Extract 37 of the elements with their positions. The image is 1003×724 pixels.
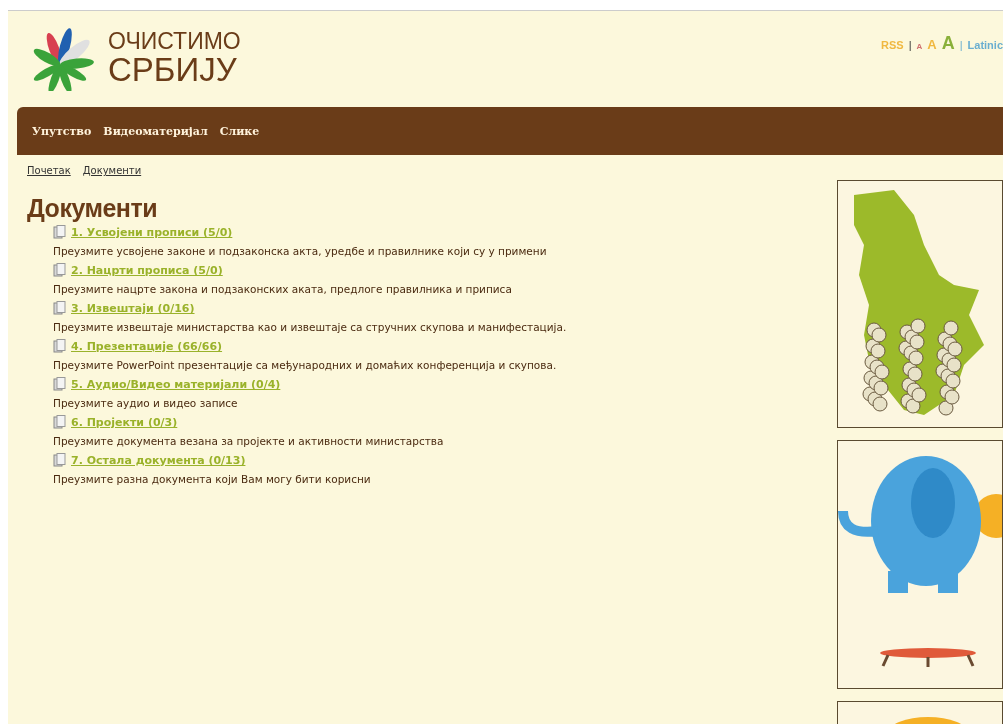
latin-script-link[interactable]: Latinic [967, 39, 1003, 51]
separator: | [959, 39, 963, 51]
document-category-link[interactable]: 1. Усвојени прописи (5/0) [71, 226, 233, 239]
font-size-link[interactable]: A [927, 37, 937, 52]
sun-banner[interactable] [837, 701, 1003, 724]
nav-link[interactable]: Упутство [32, 124, 92, 138]
document-icon [53, 415, 66, 429]
font-size-link[interactable]: A [916, 42, 923, 51]
document-icon [53, 225, 66, 239]
breadcrumb-link[interactable]: Почетак [27, 165, 71, 176]
document-category-link[interactable]: 6. Пројекти (0/3) [71, 416, 178, 429]
document-description: Преузмите разна документа који Вам могу бити корисни [53, 473, 372, 485]
document-icon [53, 453, 66, 467]
nav-link[interactable]: Слике [219, 124, 260, 138]
document-category-link[interactable]: 2. Нацрти прописа (5/0) [71, 264, 223, 277]
document-icon [53, 263, 66, 277]
document-description: Преузмите усвојене законе и подзаконска акта, уредбе и правилнике који су у примени [53, 245, 548, 257]
document-description: Преузмите аудио и видео записе [53, 397, 239, 409]
document-description: Преузмите нацрте закона и подзаконских аката, предлоге правилника и приписа [53, 283, 513, 295]
document-icon [53, 339, 66, 353]
document-category-link[interactable]: 3. Извештаји (0/16) [71, 302, 195, 315]
document-icon [53, 301, 66, 315]
document-description: Преузмите извештаје министарства као и извештаје са стручних скупова и манифестација. [53, 321, 568, 333]
document-category-link[interactable]: 4. Презентације (66/66) [71, 340, 223, 353]
document-category-link[interactable]: 5. Аудио/Видео материјали (0/4) [71, 378, 281, 391]
document-icon [53, 377, 66, 391]
rss-link[interactable]: RSS [881, 39, 904, 51]
font-size-link[interactable]: A [941, 33, 955, 54]
document-description: Преузмите документа везана за пројекте и активности министарства [53, 435, 445, 447]
logo-text: ОЧИСТИМО [108, 30, 241, 53]
breadcrumb-link[interactable]: Документи [82, 165, 142, 176]
separator: | [908, 39, 912, 51]
nav-link[interactable]: Видеоматеријал [103, 124, 208, 138]
logo-text: СРБИЈУ [108, 53, 238, 86]
page-title: Документи [27, 194, 159, 223]
document-description: Преузмите PowerPoint презентације са међународних и домаћих конференција и скупова. [53, 359, 558, 371]
document-category-link[interactable]: 7. Остала документа (0/13) [71, 454, 246, 467]
